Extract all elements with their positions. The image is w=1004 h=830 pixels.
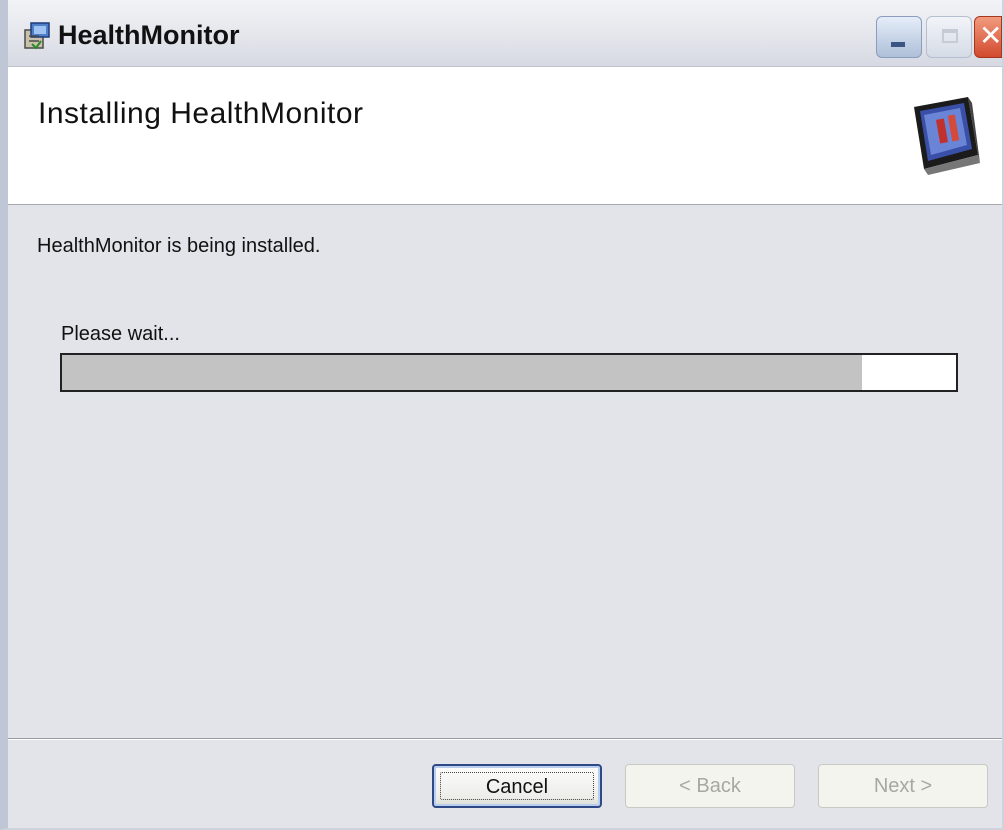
close-button[interactable]: ✕ [974, 16, 1002, 58]
installer-monitor-graphic [910, 93, 982, 177]
next-button: Next > [818, 764, 988, 808]
install-status-text: HealthMonitor is being installed. [37, 235, 321, 257]
install-progress-bar [60, 353, 958, 392]
close-icon: ✕ [979, 20, 1003, 51]
back-button-label: < Back [679, 775, 741, 797]
title-bar[interactable]: HealthMonitor ✕ [8, 0, 1002, 67]
window-title: HealthMonitor [58, 20, 240, 50]
minimize-icon [891, 42, 905, 47]
header-banner: Installing HealthMonitor [8, 67, 1002, 205]
minimize-button[interactable] [876, 16, 922, 58]
maximize-button [926, 16, 972, 58]
progress-fill [62, 355, 863, 390]
cancel-button[interactable]: Cancel [432, 764, 602, 808]
back-button: < Back [625, 764, 795, 808]
installer-package-icon [22, 20, 54, 52]
please-wait-label: Please wait... [61, 323, 180, 345]
installer-window: HealthMonitor ✕ Installing HealthMonitor [0, 0, 1004, 830]
footer-divider [8, 738, 1002, 740]
maximize-icon [942, 29, 958, 43]
content-area: HealthMonitor is being installed. Please… [8, 205, 1002, 735]
next-button-label: Next > [873, 775, 933, 797]
page-title: Installing HealthMonitor [38, 97, 364, 130]
focus-ring [440, 772, 594, 800]
